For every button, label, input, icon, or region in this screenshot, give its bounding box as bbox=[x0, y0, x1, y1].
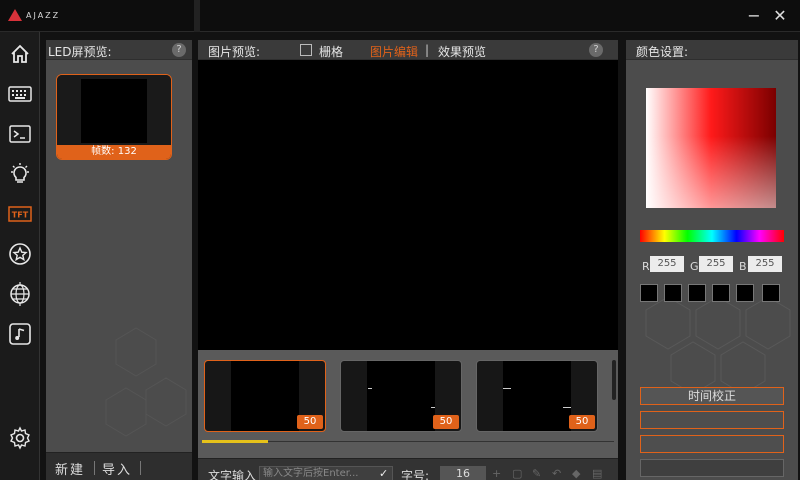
frame-screen bbox=[503, 361, 571, 431]
frame-thumbnail[interactable]: 50 bbox=[340, 360, 462, 432]
b-value-input[interactable]: 255 bbox=[748, 256, 782, 272]
frame-screen bbox=[367, 361, 435, 431]
r-value-input[interactable]: 255 bbox=[650, 256, 684, 272]
confirm-check-icon[interactable]: ✓ bbox=[379, 467, 388, 480]
color-swatch[interactable] bbox=[640, 284, 658, 302]
title-separator bbox=[194, 0, 200, 32]
trash-icon[interactable]: ▤ bbox=[592, 467, 602, 480]
home-icon[interactable] bbox=[6, 40, 34, 68]
led-thumbnail[interactable]: 帧数: 132 bbox=[56, 74, 172, 160]
text-input-label: 文字输入 bbox=[208, 469, 257, 480]
gif-button[interactable] bbox=[640, 435, 784, 453]
minimize-button[interactable]: − bbox=[744, 6, 764, 26]
copy-icon[interactable]: ▢ bbox=[512, 467, 522, 480]
import-button[interactable]: 导入 bbox=[102, 459, 132, 478]
frame-count: 50 bbox=[433, 415, 459, 429]
hue-slider[interactable] bbox=[640, 230, 784, 242]
terminal-icon[interactable] bbox=[6, 120, 34, 148]
logo-mark-icon bbox=[8, 9, 22, 21]
new-button[interactable]: 新建 bbox=[55, 459, 85, 478]
tft-icon[interactable]: TFT bbox=[6, 200, 34, 228]
thumbnail-screen bbox=[81, 79, 147, 143]
app-window: AJAZZ − ✕ TFT LED屏预览: ? 帧数: 132 新建 导入 图片… bbox=[0, 0, 800, 480]
text-toolbar: 文字输入 输入文字后按Enter... ✓ 字号: 16 + ▢ ✎ ↶ ◆ ▤ bbox=[198, 458, 618, 480]
color-swatch[interactable] bbox=[688, 284, 706, 302]
ajazz-logo: AJAZZ bbox=[8, 9, 60, 21]
color-swatch[interactable] bbox=[664, 284, 682, 302]
color-picker-square[interactable] bbox=[646, 88, 776, 208]
frame-mark bbox=[503, 388, 511, 389]
frame-mark bbox=[431, 407, 435, 408]
sidebar-nav: TFT bbox=[0, 32, 40, 480]
tab-separator: | bbox=[425, 43, 430, 57]
preview-canvas[interactable] bbox=[198, 60, 618, 350]
frame-count: 50 bbox=[569, 415, 595, 429]
star-icon[interactable] bbox=[6, 240, 34, 268]
r-label: R bbox=[642, 260, 650, 273]
frame-strip-scrollbar[interactable] bbox=[612, 360, 616, 400]
logo-text: AJAZZ bbox=[26, 10, 61, 20]
add-icon[interactable]: + bbox=[492, 467, 501, 480]
frame-count: 50 bbox=[297, 415, 323, 429]
eraser-icon[interactable]: ◆ bbox=[572, 467, 580, 480]
footer-divider bbox=[140, 461, 141, 475]
title-bar: AJAZZ − ✕ bbox=[0, 0, 800, 32]
close-button[interactable]: ✕ bbox=[770, 6, 790, 26]
preview-panel-title: 图片预览: bbox=[208, 45, 261, 59]
led-panel-header: LED屏预览: ? bbox=[46, 40, 192, 60]
frame-screen bbox=[231, 361, 299, 431]
footer-divider bbox=[94, 461, 95, 475]
playback-progress[interactable] bbox=[202, 440, 268, 443]
font-size-input[interactable]: 16 bbox=[440, 466, 486, 480]
grid-label: 栅格 bbox=[319, 45, 344, 59]
text-input-field[interactable]: 输入文字后按Enter... bbox=[259, 466, 393, 480]
g-value-input[interactable]: 255 bbox=[699, 256, 733, 272]
pencil-icon[interactable]: ✎ bbox=[532, 467, 541, 480]
g-label: G bbox=[690, 260, 699, 273]
led-preview-panel: LED屏预览: ? 帧数: 132 新建 导入 bbox=[46, 40, 192, 480]
gif-button[interactable] bbox=[640, 411, 784, 429]
color-settings-panel: 颜色设置: R 255 G 255 B 255 时间校正 bbox=[626, 40, 798, 480]
frame-mark bbox=[563, 407, 571, 408]
tab-image-edit[interactable]: 图片编辑 bbox=[370, 43, 418, 60]
help-icon[interactable]: ? bbox=[172, 43, 186, 57]
color-swatch[interactable] bbox=[712, 284, 730, 302]
preview-panel-header: 图片预览: 栅格 图片编辑 | 效果预览 ? bbox=[198, 40, 618, 60]
color-panel-title: 颜色设置: bbox=[636, 45, 689, 59]
help-icon[interactable]: ? bbox=[589, 43, 603, 57]
frame-count-badge: 帧数: 132 bbox=[57, 145, 171, 159]
grid-checkbox[interactable] bbox=[300, 44, 312, 56]
frame-thumbnail[interactable]: 50 bbox=[204, 360, 326, 432]
color-swatch[interactable] bbox=[762, 284, 780, 302]
gear-icon[interactable] bbox=[6, 424, 34, 452]
time-calibration-button[interactable]: 时间校正 bbox=[640, 387, 784, 405]
image-preview-panel: 图片预览: 栅格 图片编辑 | 效果预览 ? 50 50 50 文字输入 输入文… bbox=[198, 40, 618, 480]
color-swatch[interactable] bbox=[736, 284, 754, 302]
tab-effect-preview[interactable]: 效果预览 bbox=[438, 43, 486, 60]
frame-strip: 50 50 50 bbox=[198, 350, 618, 458]
led-panel-footer: 新建 导入 bbox=[46, 452, 192, 480]
lightbulb-icon[interactable] bbox=[6, 160, 34, 188]
action-button[interactable] bbox=[640, 459, 784, 477]
undo-icon[interactable]: ↶ bbox=[552, 467, 561, 480]
font-size-label: 字号: bbox=[401, 469, 430, 480]
b-label: B bbox=[739, 260, 747, 273]
music-icon[interactable] bbox=[6, 320, 34, 348]
color-panel-header: 颜色设置: bbox=[626, 40, 798, 60]
frame-thumbnail[interactable]: 50 bbox=[476, 360, 598, 432]
tft-label: TFT bbox=[12, 211, 29, 220]
globe-icon[interactable] bbox=[6, 280, 34, 308]
frame-mark bbox=[368, 388, 372, 389]
led-panel-title: LED屏预览: bbox=[48, 45, 112, 59]
keyboard-icon[interactable] bbox=[6, 80, 34, 108]
